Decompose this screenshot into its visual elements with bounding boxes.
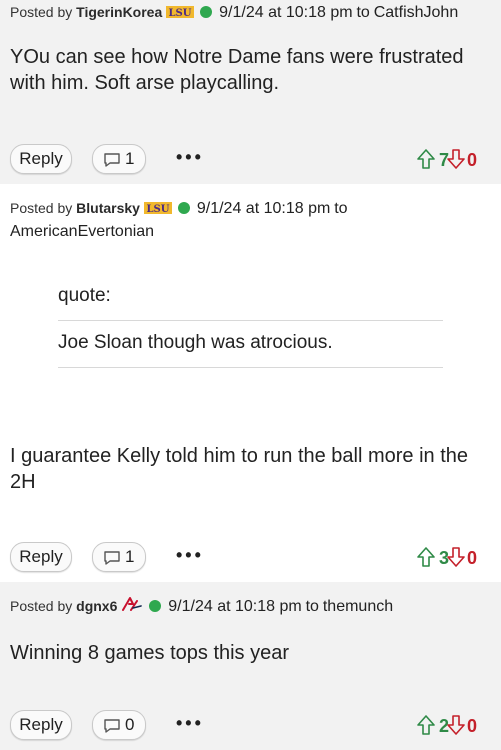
arrow-down-icon xyxy=(447,149,465,169)
reply-to-user[interactable]: CatfishJohn xyxy=(374,4,459,21)
comments-button[interactable]: 0 xyxy=(92,710,146,740)
post-timestamp: 9/1/24 at 10:18 pm xyxy=(168,598,302,615)
lsu-badge-icon: LSU xyxy=(166,2,195,24)
comment-icon xyxy=(104,719,120,733)
quote-divider-top xyxy=(58,320,443,321)
comment-icon xyxy=(104,153,120,167)
reply-button[interactable]: Reply xyxy=(10,144,72,174)
quote-label: quote: xyxy=(58,285,111,306)
more-options-button[interactable]: ••• xyxy=(176,148,204,166)
post-1: Posted by TigerinKorea LSU 9/1/24 at 10:1… xyxy=(0,0,501,184)
online-status-icon xyxy=(200,6,213,18)
reply-to-user[interactable]: themunch xyxy=(323,598,393,615)
post-header: Posted by dgnx6 9/1/24 at 10:18 pm to th… xyxy=(0,595,403,618)
downvote-button[interactable]: 0 xyxy=(447,546,487,570)
quote-divider-bottom xyxy=(58,367,443,368)
post-header: Posted by TigerinKorea LSU 9/1/24 at 10:1… xyxy=(0,1,468,24)
posted-by-label: Posted by xyxy=(10,598,73,614)
arrow-down-icon xyxy=(447,547,465,567)
posted-by-label: Posted by xyxy=(10,200,73,216)
arrow-up-icon xyxy=(417,547,435,567)
post-timestamp: 9/1/24 at 10:18 pm xyxy=(219,4,353,21)
post-body: Winning 8 games tops this year xyxy=(10,642,290,664)
downvote-count: 0 xyxy=(467,716,478,736)
to-label: to xyxy=(334,200,348,217)
post-2: Posted by Blutarsky LSU 9/1/24 at 10:18 p… xyxy=(0,184,501,582)
comment-count: 1 xyxy=(125,547,135,566)
reply-button[interactable]: Reply xyxy=(10,542,72,572)
reply-button[interactable]: Reply xyxy=(10,710,72,740)
more-options-button[interactable]: ••• xyxy=(176,546,204,564)
post-body: I guarantee Kelly told him to run the ba… xyxy=(10,445,469,493)
downvote-count: 0 xyxy=(467,548,478,568)
online-status-icon xyxy=(149,600,162,612)
quote-text: Joe Sloan though was atrocious. xyxy=(58,332,333,353)
post-actions: Reply 1 ••• 7 0 xyxy=(0,144,501,176)
more-options-button[interactable]: ••• xyxy=(176,714,204,732)
lsu-badge-icon: LSU xyxy=(143,198,172,220)
post-3: Posted by dgnx6 9/1/24 at 10:18 pm to th… xyxy=(0,582,501,750)
comment-count: 1 xyxy=(125,149,135,168)
reply-to-user[interactable]: AmericanEvertonian xyxy=(10,223,154,240)
post-actions: Reply 0 ••• 2 0 xyxy=(0,710,501,742)
username[interactable]: dgnx6 xyxy=(76,598,117,614)
post-body: YOu can see how Notre Dame fans were fru… xyxy=(10,46,464,94)
svg-text:LSU: LSU xyxy=(146,204,169,214)
comments-button[interactable]: 1 xyxy=(92,542,146,572)
arrow-up-icon xyxy=(417,149,435,169)
posted-by-label: Posted by xyxy=(10,4,73,20)
downvote-count: 0 xyxy=(467,150,478,170)
online-status-icon xyxy=(177,202,190,214)
comment-count: 0 xyxy=(125,715,135,734)
username[interactable]: TigerinKorea xyxy=(76,4,162,20)
post-header: Posted by Blutarsky LSU 9/1/24 at 10:18 p… xyxy=(0,197,400,243)
comment-icon xyxy=(104,551,120,565)
braves-badge-icon xyxy=(121,596,143,618)
username[interactable]: Blutarsky xyxy=(76,200,140,216)
to-label: to xyxy=(305,598,319,615)
comments-button[interactable]: 1 xyxy=(92,144,146,174)
post-actions: Reply 1 ••• 3 0 xyxy=(0,542,501,574)
post-timestamp: 9/1/24 at 10:18 pm xyxy=(196,200,331,217)
arrow-up-icon xyxy=(417,715,435,735)
downvote-button[interactable]: 0 xyxy=(447,148,487,172)
svg-text:LSU: LSU xyxy=(169,8,192,18)
quote-block: quote: Joe Sloan though was atrocious. xyxy=(58,284,443,368)
to-label: to xyxy=(356,4,370,21)
arrow-down-icon xyxy=(447,715,465,735)
downvote-button[interactable]: 0 xyxy=(447,714,487,738)
